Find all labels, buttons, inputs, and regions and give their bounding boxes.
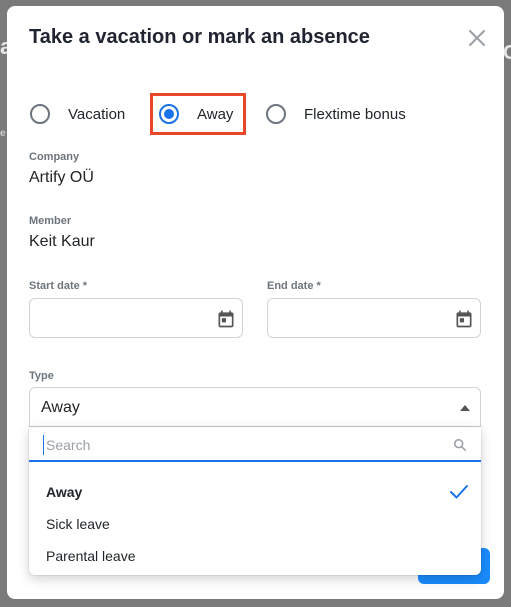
radio-button[interactable] (30, 104, 50, 124)
check-icon (450, 485, 468, 499)
dropdown-search-wrap (29, 427, 481, 462)
dropdown-option-label: Sick leave (46, 516, 110, 532)
close-button[interactable] (465, 26, 489, 50)
radio-vacation[interactable]: Vacation (30, 96, 125, 132)
absence-dialog: Take a vacation or mark an absence Vacat… (7, 6, 504, 599)
type-selected-value: Away (41, 399, 80, 416)
dropdown-option-label: Away (46, 484, 83, 500)
close-icon (469, 30, 485, 46)
company-label: Company (29, 151, 80, 163)
member-label: Member (29, 215, 72, 227)
type-select[interactable]: Away (29, 387, 481, 427)
radio-flextime-bonus[interactable]: Flextime bonus (266, 96, 406, 132)
dropdown-option-label: Parental leave (46, 548, 136, 564)
search-icon (453, 438, 467, 452)
radio-label: Flextime bonus (304, 105, 406, 123)
calendar-icon[interactable] (216, 309, 236, 329)
start-date-input[interactable] (29, 298, 243, 338)
company-value: Artify OÜ (29, 169, 94, 186)
dropdown-option-away[interactable]: Away (29, 476, 481, 508)
dropdown-search-input[interactable] (43, 435, 443, 455)
background-text-fragment: C (503, 42, 511, 64)
start-date-label: Start date * (29, 280, 88, 292)
background-text-fragment: e (0, 128, 6, 139)
caret-up-icon (460, 405, 470, 411)
type-dropdown-menu: Away Sick leave Parental leave (29, 427, 481, 575)
highlight-annotation-box (150, 93, 246, 135)
end-date-label: End date * (267, 280, 321, 292)
calendar-icon[interactable] (454, 309, 474, 329)
type-label: Type (29, 370, 54, 382)
radio-button[interactable] (266, 104, 286, 124)
dropdown-option-sick-leave[interactable]: Sick leave (29, 508, 481, 540)
absence-kind-radio-group: Vacation Away Flextime bonus (7, 96, 504, 132)
member-value: Keit Kaur (29, 233, 95, 250)
dropdown-option-parental-leave[interactable]: Parental leave (29, 540, 481, 572)
radio-label: Vacation (68, 105, 126, 123)
end-date-input[interactable] (267, 298, 481, 338)
dialog-title: Take a vacation or mark an absence (29, 26, 370, 48)
